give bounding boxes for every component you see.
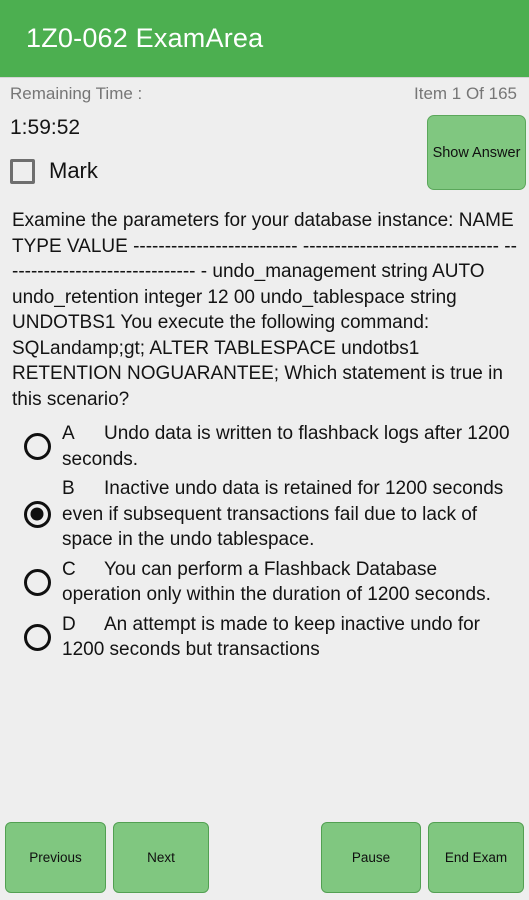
answer-option-d-letter: D bbox=[62, 613, 76, 635]
radio-wrap-d[interactable] bbox=[12, 623, 62, 651]
answer-option-c-letter: C bbox=[62, 558, 76, 580]
answer-option-d-body: An attempt is made to keep inactive undo… bbox=[62, 613, 480, 661]
next-button[interactable]: Next bbox=[113, 822, 209, 893]
answer-option-a-body: Undo data is written to flashback logs a… bbox=[62, 423, 510, 470]
answer-option-b-text: B Inactive undo data is retained for 1200… bbox=[62, 476, 517, 553]
answer-option-b-letter: B bbox=[62, 478, 75, 499]
radio-wrap-b[interactable] bbox=[12, 500, 62, 528]
answer-option-a-text: A Undo data is written to flashback logs … bbox=[62, 421, 517, 472]
answer-option-a-letter: A bbox=[62, 423, 75, 444]
timer-mark-bar: 1:59:52 Mark Show Answer bbox=[0, 110, 529, 202]
answer-option-b[interactable]: B Inactive undo data is retained for 1200… bbox=[12, 476, 517, 553]
item-counter: Item 1 Of 165 bbox=[414, 83, 517, 103]
remaining-time-label: Remaining Time : bbox=[10, 83, 143, 103]
answer-option-b-body: Inactive undo data is retained for 1200 … bbox=[62, 478, 504, 550]
show-answer-button[interactable]: Show Answer bbox=[427, 115, 526, 190]
answer-options-list: A Undo data is written to flashback logs … bbox=[12, 421, 517, 663]
previous-button[interactable]: Previous bbox=[5, 822, 106, 893]
bottom-button-bar: Previous Next Pause End Exam bbox=[0, 815, 529, 900]
answer-option-c-text: C You can perform a Flashback Database op… bbox=[62, 557, 517, 608]
end-exam-button[interactable]: End Exam bbox=[428, 822, 524, 893]
pause-button[interactable]: Pause bbox=[321, 822, 421, 893]
radio-button-d[interactable] bbox=[23, 623, 51, 651]
radio-button-b[interactable] bbox=[23, 500, 51, 528]
radio-button-a[interactable] bbox=[23, 433, 51, 460]
radio-button-c[interactable] bbox=[23, 568, 51, 596]
question-scroll-pane[interactable]: Examine the parameters for your database… bbox=[0, 202, 529, 815]
app-title: 1Z0-062 ExamArea bbox=[26, 23, 264, 53]
app-bar: 1Z0-062 ExamArea bbox=[0, 0, 529, 77]
mark-checkbox-row[interactable]: Mark bbox=[10, 158, 98, 184]
question-text: Examine the parameters for your database… bbox=[12, 210, 517, 410]
answer-option-c[interactable]: C You can perform a Flashback Database op… bbox=[12, 557, 517, 608]
answer-option-d-text: D An attempt is made to keep inactive und… bbox=[62, 612, 517, 663]
countdown-timer: 1:59:52 bbox=[10, 116, 81, 139]
answer-option-c-body: You can perform a Flashback Database ope… bbox=[62, 558, 491, 606]
answer-option-a[interactable]: A Undo data is written to flashback logs … bbox=[12, 421, 517, 472]
answer-option-d[interactable]: D An attempt is made to keep inactive und… bbox=[12, 612, 517, 663]
mark-label: Mark bbox=[49, 158, 98, 183]
radio-wrap-a[interactable] bbox=[12, 433, 62, 460]
mark-checkbox[interactable] bbox=[10, 158, 35, 184]
status-row: Remaining Time : Item 1 Of 165 bbox=[0, 77, 529, 110]
radio-wrap-c[interactable] bbox=[12, 568, 62, 596]
